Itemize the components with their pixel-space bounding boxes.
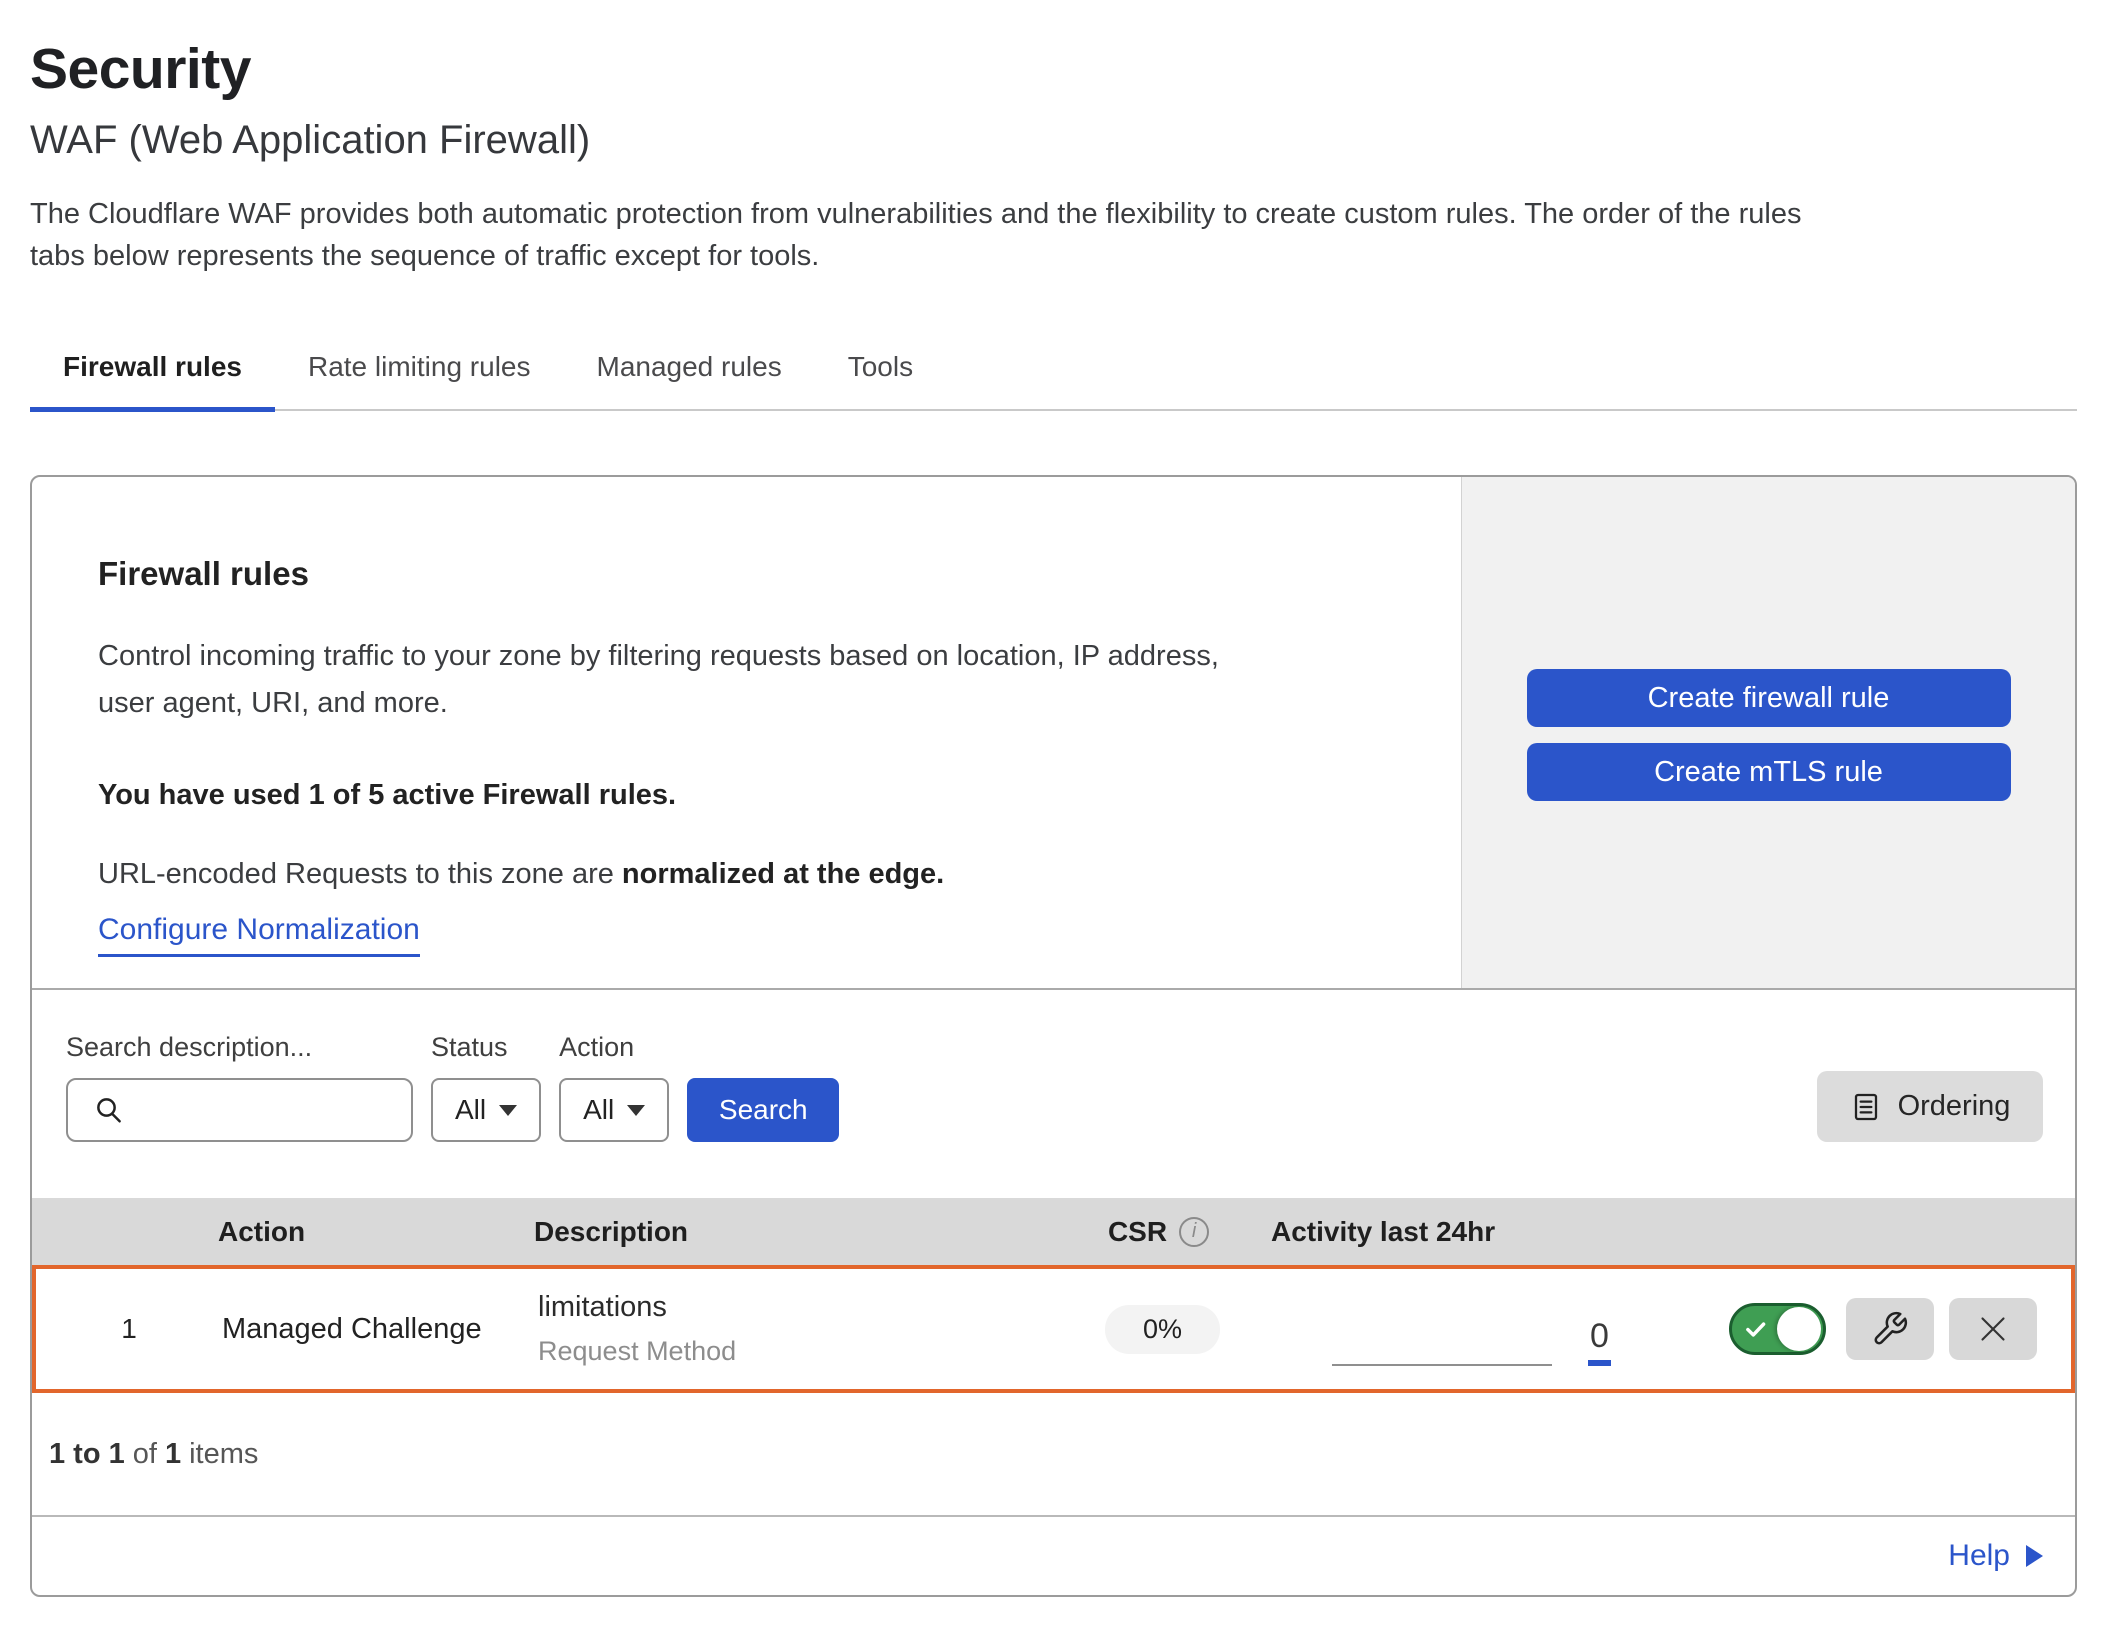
ordering-button-label: Ordering bbox=[1898, 1090, 2011, 1123]
action-label: Action bbox=[559, 1032, 669, 1063]
panel-body-line1: Control incoming traffic to your zone by… bbox=[98, 633, 1421, 680]
list-icon bbox=[1850, 1091, 1882, 1123]
pagination-total: 1 bbox=[165, 1438, 181, 1471]
rule-expression: Request Method bbox=[538, 1336, 1050, 1367]
ordering-button[interactable]: Ordering bbox=[1817, 1071, 2043, 1142]
panel-heading: Firewall rules bbox=[98, 555, 1421, 593]
toggle-knob bbox=[1777, 1307, 1821, 1351]
normalization-prefix: URL-encoded Requests to this zone are bbox=[98, 858, 622, 890]
delete-rule-button[interactable] bbox=[1949, 1298, 2037, 1360]
row-description: limitations Request Method bbox=[538, 1291, 1050, 1367]
pagination-of: of bbox=[133, 1438, 157, 1471]
page-description: The Cloudflare WAF provides both automat… bbox=[30, 193, 2077, 277]
table-header: Action Description CSR i Activity last 2… bbox=[32, 1198, 2075, 1265]
tab-tools[interactable]: Tools bbox=[815, 331, 946, 412]
check-icon bbox=[1743, 1316, 1769, 1342]
status-label: Status bbox=[431, 1032, 541, 1063]
search-description-group: Search description... bbox=[66, 1032, 413, 1142]
tab-rate-limiting-rules[interactable]: Rate limiting rules bbox=[275, 331, 564, 412]
row-csr: 0% bbox=[1050, 1305, 1275, 1354]
row-activity: 0 bbox=[1275, 1292, 1615, 1366]
close-icon bbox=[1975, 1311, 2011, 1347]
action-dropdown[interactable]: All bbox=[559, 1078, 669, 1142]
create-mtls-rule-button[interactable]: Create mTLS rule bbox=[1527, 743, 2011, 801]
col-header-description: Description bbox=[534, 1216, 1046, 1248]
rule-enabled-toggle[interactable] bbox=[1729, 1303, 1826, 1355]
row-action: Managed Challenge bbox=[222, 1313, 538, 1346]
search-description-label: Search description... bbox=[66, 1032, 413, 1063]
panel-body-line2: user agent, URI, and more. bbox=[98, 680, 1421, 727]
page-description-line2: tabs below represents the sequence of tr… bbox=[30, 235, 2077, 277]
create-actions-panel: Create firewall rule Create mTLS rule bbox=[1461, 477, 2075, 988]
panel-body: Control incoming traffic to your zone by… bbox=[98, 633, 1421, 727]
configure-normalization-link[interactable]: Configure Normalization bbox=[98, 913, 420, 957]
security-waf-page: Security WAF (Web Application Firewall) … bbox=[0, 0, 2114, 1597]
wrench-icon bbox=[1871, 1310, 1909, 1348]
col-header-csr: CSR i bbox=[1046, 1216, 1271, 1248]
col-header-activity: Activity last 24hr bbox=[1271, 1216, 1611, 1248]
activity-sparkline bbox=[1332, 1324, 1552, 1366]
firewall-rules-intro-section: Firewall rules Control incoming traffic … bbox=[32, 477, 2075, 990]
pagination: 1 to 1 of 1 items bbox=[32, 1393, 2075, 1517]
card-footer: Help bbox=[32, 1517, 2075, 1595]
rule-description-link[interactable]: limitations bbox=[538, 1291, 1050, 1324]
page-title: Security bbox=[30, 36, 2077, 102]
search-icon bbox=[94, 1095, 124, 1125]
pagination-range: 1 to 1 bbox=[49, 1438, 125, 1471]
csr-badge: 0% bbox=[1105, 1305, 1220, 1354]
help-link[interactable]: Help bbox=[1948, 1539, 2043, 1573]
row-priority: 1 bbox=[36, 1313, 222, 1345]
firewall-rules-intro-text: Firewall rules Control incoming traffic … bbox=[32, 477, 1461, 988]
firewall-rules-card: Firewall rules Control incoming traffic … bbox=[30, 475, 2077, 1597]
usage-text: You have used 1 of 5 active Firewall rul… bbox=[98, 779, 1421, 812]
arrow-right-icon bbox=[2026, 1545, 2043, 1567]
page-description-line1: The Cloudflare WAF provides both automat… bbox=[30, 193, 2077, 235]
row-controls bbox=[1615, 1298, 2071, 1360]
create-firewall-rule-button[interactable]: Create firewall rule bbox=[1527, 669, 2011, 727]
chevron-down-icon bbox=[627, 1105, 645, 1116]
normalization-bold: normalized at the edge. bbox=[622, 858, 944, 890]
normalization-text: URL-encoded Requests to this zone are no… bbox=[98, 858, 1421, 891]
action-filter-group: Action All bbox=[559, 1032, 669, 1142]
status-dropdown[interactable]: All bbox=[431, 1078, 541, 1142]
waf-tab-bar: Firewall rules Rate limiting rules Manag… bbox=[30, 331, 2077, 411]
filter-bar: Search description... Status All bbox=[32, 990, 2075, 1198]
csr-header-label: CSR bbox=[1108, 1216, 1167, 1248]
pagination-items: items bbox=[189, 1438, 258, 1471]
activity-count-link[interactable]: 0 bbox=[1588, 1318, 1611, 1366]
info-icon[interactable]: i bbox=[1179, 1217, 1209, 1247]
col-header-action: Action bbox=[218, 1216, 534, 1248]
status-filter-group: Status All bbox=[431, 1032, 541, 1142]
edit-rule-button[interactable] bbox=[1846, 1298, 1934, 1360]
tab-firewall-rules[interactable]: Firewall rules bbox=[30, 331, 275, 412]
action-dropdown-value: All bbox=[583, 1094, 614, 1126]
tab-managed-rules[interactable]: Managed rules bbox=[564, 331, 815, 412]
search-input[interactable] bbox=[138, 1093, 411, 1127]
chevron-down-icon bbox=[499, 1105, 517, 1116]
search-box[interactable] bbox=[66, 1078, 413, 1142]
status-dropdown-value: All bbox=[455, 1094, 486, 1126]
page-subtitle: WAF (Web Application Firewall) bbox=[30, 118, 2077, 163]
help-link-label: Help bbox=[1948, 1539, 2010, 1573]
table-row: 1 Managed Challenge limitations Request … bbox=[32, 1265, 2075, 1393]
search-button[interactable]: Search bbox=[687, 1078, 839, 1142]
